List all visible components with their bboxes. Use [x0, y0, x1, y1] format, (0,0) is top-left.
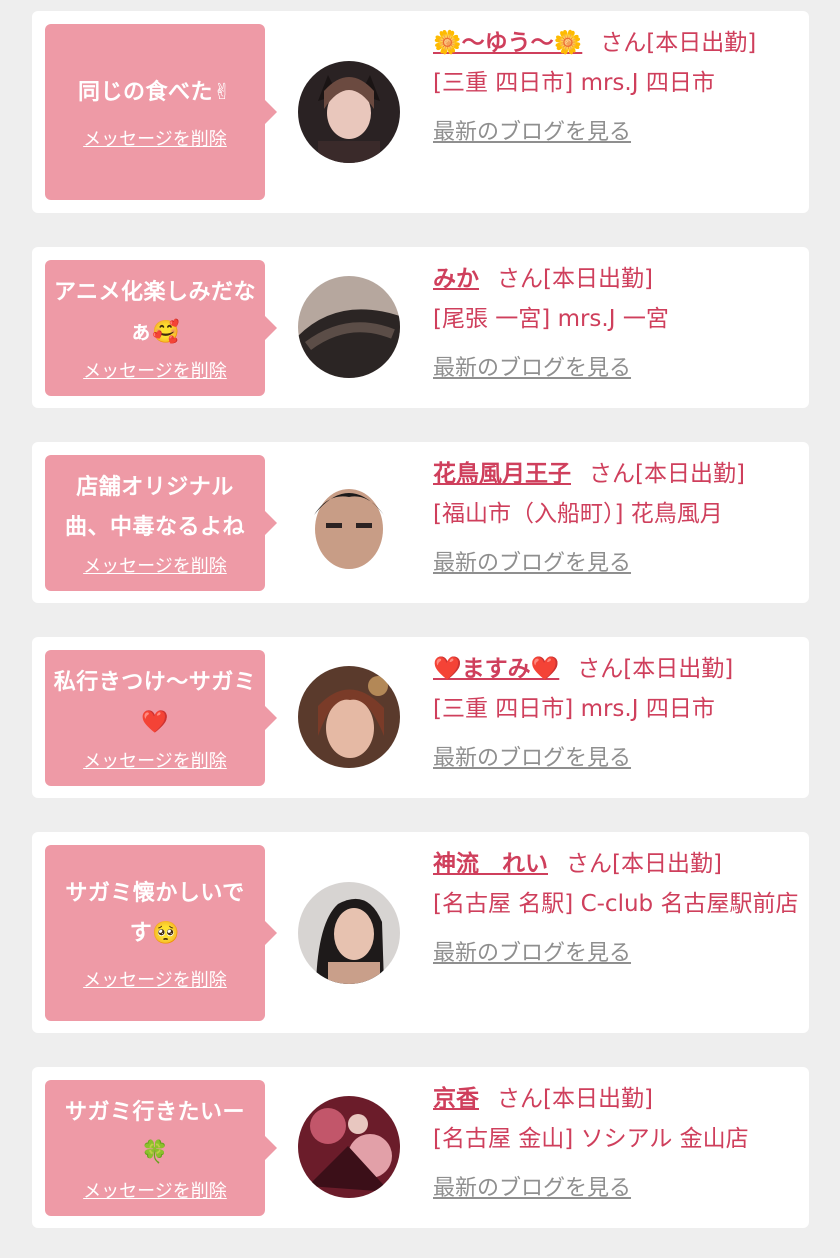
avatar[interactable] — [298, 61, 400, 163]
avatar[interactable] — [298, 276, 400, 378]
sender-status: さん[本日出勤] — [566, 851, 722, 877]
message-text: 私行きつけ〜サガミ❤️ — [53, 670, 257, 735]
sender-info: 花鳥風月王子 さん[本日出勤] [福山市（入船町）] 花鳥風月 最新のブログを見る — [433, 454, 803, 584]
message-text: 店舗オリジナル曲、中毒なるよね — [64, 475, 245, 540]
delete-message-link[interactable]: メッセージを削除 — [83, 552, 227, 578]
message-bubble: サガミ懐かしいです🥺 メッセージを削除 — [45, 845, 277, 1021]
message-list: 同じの食べた✌ メッセージを削除 🌼〜ゆう〜🌼 さん[本日出勤] [三重 四日市]… — [0, 0, 840, 1258]
message-bubble: アニメ化楽しみだなぁ🥰 メッセージを削除 — [45, 260, 277, 396]
delete-message-link[interactable]: メッセージを削除 — [83, 747, 227, 773]
sender-info: 神流 れい さん[本日出勤] [名古屋 名駅] C-club 名古屋駅前店 最新の… — [433, 844, 803, 974]
latest-blog-link[interactable]: 最新のブログを見る — [433, 349, 631, 389]
shop-info: [名古屋 金山] ソシアル 金山店 — [433, 1126, 749, 1152]
avatar[interactable] — [298, 666, 400, 768]
pleading-face-icon: 🥺 — [152, 921, 181, 946]
message-text: サガミ懐かしいです🥺 — [65, 881, 245, 946]
latest-blog-link[interactable]: 最新のブログを見る — [433, 739, 631, 779]
avatar[interactable] — [298, 1096, 400, 1198]
message-text: 同じの食べた✌ — [78, 80, 232, 105]
sender-name-link[interactable]: 神流 れい — [433, 851, 548, 877]
message-card: 同じの食べた✌ メッセージを削除 🌼〜ゆう〜🌼 さん[本日出勤] [三重 四日市]… — [32, 11, 809, 213]
message-card: サガミ懐かしいです🥺 メッセージを削除 神流 れい さん[本日出勤] [名古屋 名… — [32, 832, 809, 1033]
sender-status: さん[本日出勤] — [497, 1086, 653, 1112]
delete-message-link[interactable]: メッセージを削除 — [83, 966, 227, 992]
shop-info: [三重 四日市] mrs.J 四日市 — [433, 70, 715, 96]
message-bubble: 同じの食べた✌ メッセージを削除 — [45, 24, 277, 200]
message-bubble: サガミ行きたいー 🍀 メッセージを削除 — [45, 1080, 277, 1216]
sender-status: さん[本日出勤] — [497, 266, 653, 292]
message-card: 私行きつけ〜サガミ❤️ メッセージを削除 ❤️ますみ❤️ さん[本日出勤] [三重… — [32, 637, 809, 798]
smiling-face-icon: 🥰 — [152, 320, 181, 345]
heart-icon: ❤️ — [141, 710, 169, 735]
latest-blog-link[interactable]: 最新のブログを見る — [433, 1169, 631, 1209]
shop-info: [福山市（入船町）] 花鳥風月 — [433, 501, 723, 527]
avatar[interactable] — [298, 471, 400, 573]
delete-message-link[interactable]: メッセージを削除 — [83, 1177, 227, 1203]
message-card: 店舗オリジナル曲、中毒なるよね メッセージを削除 花鳥風月王子 さん[本日出勤] … — [32, 442, 809, 603]
sender-info: みか さん[本日出勤] [尾張 一宮] mrs.J 一宮 最新のブログを見る — [433, 259, 803, 389]
delete-message-link[interactable]: メッセージを削除 — [83, 357, 227, 383]
message-text: サガミ行きたいー 🍀 — [64, 1100, 245, 1165]
sender-status: さん[本日出勤] — [600, 30, 757, 56]
sender-info: ❤️ますみ❤️ さん[本日出勤] [三重 四日市] mrs.J 四日市 最新のブロ… — [433, 649, 803, 779]
sender-name-link[interactable]: ❤️ますみ❤️ — [433, 656, 559, 682]
message-card: サガミ行きたいー 🍀 メッセージを削除 京香 さん[本日出勤] [名古屋 金山] ソ… — [32, 1067, 809, 1228]
latest-blog-link[interactable]: 最新のブログを見る — [433, 113, 631, 153]
message-text: アニメ化楽しみだなぁ🥰 — [53, 280, 257, 345]
delete-message-link[interactable]: メッセージを削除 — [83, 125, 227, 151]
sender-name-link[interactable]: 京香 — [433, 1086, 479, 1112]
sender-info: 🌼〜ゆう〜🌼 さん[本日出勤] [三重 四日市] mrs.J 四日市 最新のブログ… — [433, 23, 803, 153]
message-card: アニメ化楽しみだなぁ🥰 メッセージを削除 みか さん[本日出勤] [尾張 一宮] … — [32, 247, 809, 408]
avatar[interactable] — [298, 882, 400, 984]
latest-blog-link[interactable]: 最新のブログを見る — [433, 544, 631, 584]
message-bubble: 店舗オリジナル曲、中毒なるよね メッセージを削除 — [45, 455, 277, 591]
sender-status: さん[本日出勤] — [577, 656, 734, 682]
sender-name-link[interactable]: 花鳥風月王子 — [433, 461, 571, 487]
shop-info: [尾張 一宮] mrs.J 一宮 — [433, 306, 669, 332]
shop-info: [三重 四日市] mrs.J 四日市 — [433, 696, 715, 722]
message-bubble: 私行きつけ〜サガミ❤️ メッセージを削除 — [45, 650, 277, 786]
sender-name-link[interactable]: 🌼〜ゆう〜🌼 — [433, 30, 582, 56]
latest-blog-link[interactable]: 最新のブログを見る — [433, 934, 631, 974]
shop-info: [名古屋 名駅] C-club 名古屋駅前店 — [433, 891, 799, 917]
sender-info: 京香 さん[本日出勤] [名古屋 金山] ソシアル 金山店 最新のブログを見る — [433, 1079, 803, 1209]
sender-name-link[interactable]: みか — [433, 266, 479, 292]
four-leaf-clover-icon: 🍀 — [141, 1140, 169, 1165]
sender-status: さん[本日出勤] — [589, 461, 745, 487]
peace-hand-icon: ✌ — [213, 80, 232, 105]
